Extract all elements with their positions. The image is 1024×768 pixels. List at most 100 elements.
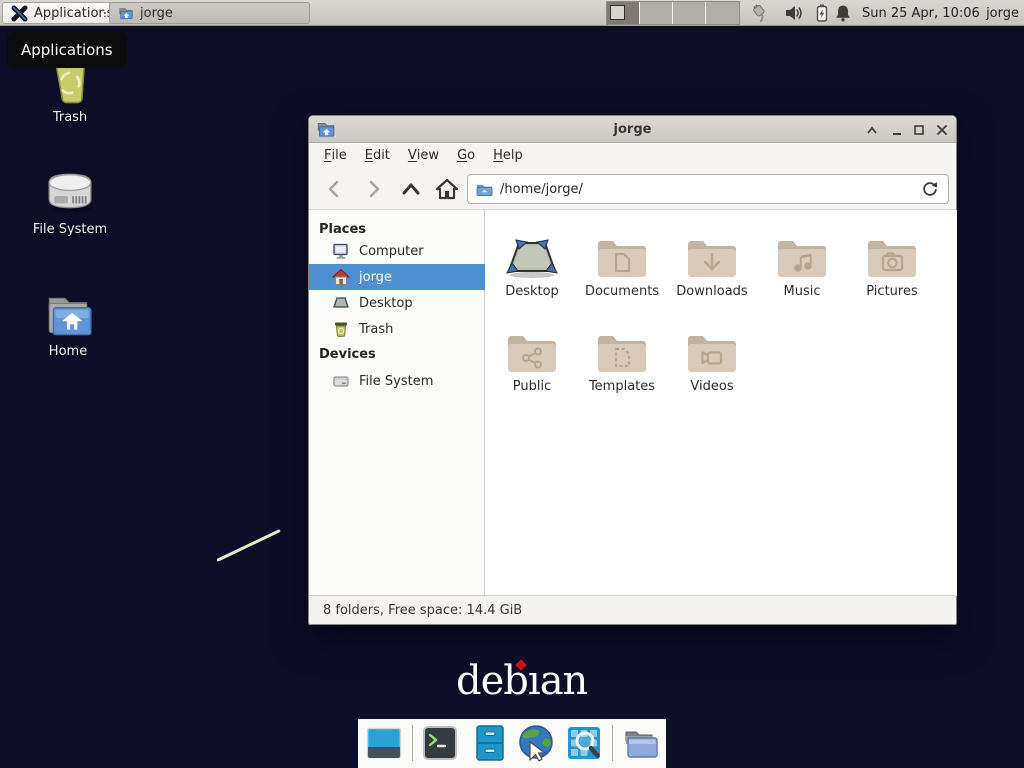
forward-button[interactable] [359, 175, 387, 203]
sidebar-item-trash[interactable]: Trash [309, 316, 485, 342]
sidebar-item-filesystem[interactable]: File System [309, 368, 485, 394]
taskbar-window-button[interactable]: jorge [109, 2, 310, 24]
applications-menu-label: Applications [34, 6, 113, 21]
panel-clock[interactable]: Sun 25 Apr, 10:06 [862, 0, 980, 26]
menu-help[interactable]: Help [484, 143, 532, 168]
sidebar-header-devices: Devices [319, 343, 376, 365]
dock-separator [412, 725, 413, 761]
templates-folder-icon [595, 330, 649, 376]
file-item-label: Public [513, 379, 551, 394]
volume-icon[interactable] [784, 3, 804, 23]
home-icon [434, 176, 460, 202]
home-folder-icon [118, 5, 134, 21]
taskbar-window-label: jorge [140, 6, 173, 21]
network-cable-icon[interactable] [750, 3, 770, 23]
workspace-1[interactable] [607, 2, 640, 24]
debian-logo: debıan [456, 658, 587, 710]
desktop-icon-label: Home [49, 344, 87, 359]
shade-icon [866, 125, 878, 135]
desktop-icon-home[interactable]: Home [20, 292, 116, 359]
panel-grip[interactable] [103, 5, 107, 21]
pictures-folder-icon [865, 235, 919, 281]
file-manager-window: jorge File Edit View Go Help [308, 115, 957, 625]
sidebar-item-jorge[interactable]: jorge [309, 264, 485, 290]
desktop-icon-label: Trash [53, 110, 87, 125]
file-item-pictures[interactable]: Pictures [847, 219, 937, 311]
xfce-applications-icon [11, 5, 28, 22]
file-item-videos[interactable]: Videos [667, 314, 757, 406]
desktop-icon-filesystem[interactable]: File System [22, 168, 118, 237]
up-button[interactable] [397, 175, 425, 203]
file-item-label: Downloads [676, 284, 747, 299]
maximize-button[interactable] [909, 120, 929, 139]
battery-charging-icon[interactable] [812, 3, 832, 23]
window-title: jorge [309, 116, 956, 143]
address-bar[interactable] [467, 174, 949, 204]
desktop-icon-label: File System [33, 222, 107, 237]
dock-folder-button[interactable] [620, 723, 660, 763]
close-button[interactable] [932, 120, 952, 139]
statusbar: 8 folders, Free space: 14.4 GiB [309, 595, 956, 624]
menu-view[interactable]: View [399, 143, 448, 168]
file-item-label: Desktop [505, 284, 559, 299]
file-item-public[interactable]: Public [487, 314, 577, 406]
file-item-label: Pictures [866, 284, 917, 299]
status-text: 8 folders, Free space: 14.4 GiB [323, 603, 522, 618]
menu-file[interactable]: File [315, 143, 356, 168]
reload-icon[interactable] [920, 179, 940, 199]
dock-show-desktop-button[interactable] [364, 723, 404, 763]
home-button[interactable] [433, 175, 461, 203]
videos-folder-icon [685, 330, 739, 376]
minimize-icon [891, 124, 903, 136]
user-home-icon [332, 268, 350, 286]
web-browser-icon [516, 723, 556, 763]
sidebar-item-label: Desktop [359, 296, 413, 311]
app-finder-icon [564, 723, 604, 763]
file-item-downloads[interactable]: Downloads [667, 219, 757, 311]
menu-go[interactable]: Go [448, 143, 484, 168]
dock-terminal-button[interactable] [420, 723, 460, 763]
sidebar-item-label: Trash [359, 322, 393, 337]
file-item-label: Videos [690, 379, 733, 394]
sidebar-item-desktop[interactable]: Desktop [309, 290, 485, 316]
sidebar-item-computer[interactable]: Computer [309, 238, 485, 264]
sidebar: Places Computer jorge [309, 210, 485, 596]
file-item-documents[interactable]: Documents [577, 219, 667, 311]
maximize-icon [913, 124, 925, 136]
file-item-label: Music [784, 284, 821, 299]
sidebar-item-label: jorge [359, 270, 392, 285]
folder-icon [620, 723, 660, 763]
file-item-templates[interactable]: Templates [577, 314, 667, 406]
show-desktop-icon [364, 723, 404, 763]
up-icon [399, 177, 423, 201]
desktop-folder-icon [504, 233, 560, 281]
menu-edit[interactable]: Edit [356, 143, 399, 168]
file-item-music[interactable]: Music [757, 219, 847, 311]
file-item-label: Templates [589, 379, 655, 394]
downloads-folder-icon [685, 235, 739, 281]
workspace-switcher [606, 1, 740, 25]
panel-username[interactable]: jorge [986, 0, 1019, 26]
file-item-desktop[interactable]: Desktop [487, 219, 577, 311]
desktop: debıan Applications jorge [0, 0, 1024, 768]
workspace-3[interactable] [673, 2, 706, 24]
sidebar-header-places: Places [319, 218, 366, 240]
dock-file-manager-button[interactable] [470, 723, 510, 763]
address-input[interactable] [500, 182, 913, 197]
notifications-bell-icon[interactable] [833, 3, 853, 23]
window-titlebar[interactable]: jorge [309, 116, 956, 143]
workspace-2[interactable] [640, 2, 673, 24]
trash-small-icon [332, 320, 350, 338]
file-item-label: Documents [585, 284, 659, 299]
dock-web-browser-button[interactable] [516, 723, 556, 763]
computer-icon [332, 242, 350, 260]
file-list: Desktop Documents Downloads [485, 210, 957, 596]
back-icon [323, 177, 347, 201]
dock-app-finder-button[interactable] [564, 723, 604, 763]
minimize-button[interactable] [887, 120, 907, 139]
workspace-4[interactable] [706, 2, 739, 24]
shade-button[interactable] [862, 120, 882, 139]
sidebar-item-label: Computer [359, 244, 424, 259]
back-button[interactable] [321, 175, 349, 203]
wallpaper-line [216, 529, 280, 562]
